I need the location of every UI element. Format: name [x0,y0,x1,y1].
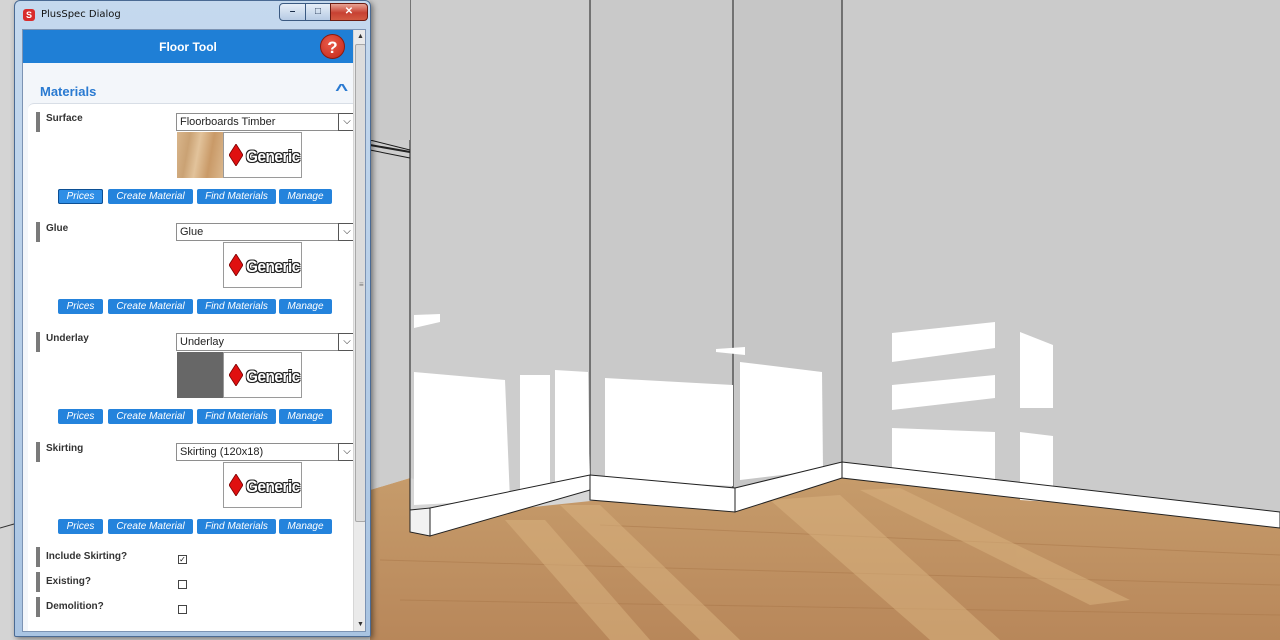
underlay-find-materials-button[interactable]: Find Materials [197,409,276,424]
tool-header: Floor Tool ? [23,30,353,63]
surface-create-material-button[interactable]: Create Material [108,189,193,204]
materials-panel: Materials ^ Surface Floorboards Timber ⌵… [23,63,356,631]
underlay-manage-button[interactable]: Manage [279,409,332,424]
demolition-checkbox[interactable] [178,605,187,614]
surface-label: Surface [36,112,83,132]
maximize-button[interactable]: □ [305,3,331,21]
underlay-brand-logo: Generic [223,352,302,398]
skirting-label: Skirting [36,442,83,462]
title-bar[interactable]: S PlusSpec Dialog – □ ✕ [15,1,370,29]
materials-list: Surface Floorboards Timber ⌵ Generic Pri… [28,103,356,631]
glue-find-materials-button[interactable]: Find Materials [197,299,276,314]
surface-prices-button[interactable]: Prices [58,189,103,204]
skirting-manage-button[interactable]: Manage [279,519,332,534]
diamond-icon [229,144,243,166]
vertical-scrollbar[interactable]: ▲ ≡ ▼ [353,30,365,631]
diamond-icon [229,364,243,386]
glue-select[interactable]: Glue ⌵ [176,223,356,241]
surface-material-swatch [177,132,223,178]
plusspec-dialog-window: S PlusSpec Dialog – □ ✕ Floor Tool ? Mat… [14,0,371,637]
brand-name: Generic [246,367,300,386]
surface-select[interactable]: Floorboards Timber ⌵ [176,113,356,131]
glue-select-value: Glue [180,226,204,238]
close-button[interactable]: ✕ [330,3,368,21]
skirting-prices-button[interactable]: Prices [58,519,103,534]
surface-select-value: Floorboards Timber [180,116,276,128]
sketchup-icon: S [23,9,35,21]
skirting-select-value: Skirting (120x18) [180,446,264,458]
brand-name: Generic [246,257,300,276]
glue-brand-logo: Generic [223,242,302,288]
glue-manage-button[interactable]: Manage [279,299,332,314]
brand-name: Generic [246,477,300,496]
surface-manage-button[interactable]: Manage [279,189,332,204]
diamond-icon [229,474,243,496]
include-skirting-checkbox[interactable]: ✓ [178,555,187,564]
scrollbar-thumb[interactable]: ≡ [355,44,365,522]
diamond-icon [229,254,243,276]
include-skirting-label: Include Skirting? [36,547,127,567]
grip-icon: ≡ [359,280,364,289]
scroll-down-icon[interactable]: ▼ [354,618,365,631]
skirting-create-material-button[interactable]: Create Material [108,519,193,534]
tool-title: Floor Tool [159,40,217,54]
dialog-content: Floor Tool ? Materials ^ Surface Floorbo… [22,29,366,632]
brand-name: Generic [246,147,300,166]
surface-find-materials-button[interactable]: Find Materials [197,189,276,204]
glue-label: Glue [36,222,68,242]
underlay-label: Underlay [36,332,89,352]
existing-checkbox[interactable] [178,580,187,589]
skirting-brand-logo: Generic [223,462,302,508]
underlay-select[interactable]: Underlay ⌵ [176,333,356,351]
glue-create-material-button[interactable]: Create Material [108,299,193,314]
skirting-find-materials-button[interactable]: Find Materials [197,519,276,534]
window-title: PlusSpec Dialog [41,9,121,20]
help-icon[interactable]: ? [320,34,345,59]
underlay-select-value: Underlay [180,336,225,348]
collapse-chevron-icon[interactable]: ^ [335,82,348,100]
underlay-material-swatch [177,352,223,398]
scroll-up-icon[interactable]: ▲ [354,30,365,44]
section-title: Materials [40,84,97,99]
underlay-prices-button[interactable]: Prices [58,409,103,424]
glue-prices-button[interactable]: Prices [58,299,103,314]
minimize-button[interactable]: – [279,3,306,21]
demolition-label: Demolition? [36,597,104,617]
skirting-select[interactable]: Skirting (120x18) ⌵ [176,443,356,461]
underlay-create-material-button[interactable]: Create Material [108,409,193,424]
existing-label: Existing? [36,572,91,592]
surface-brand-logo: Generic [223,132,302,178]
